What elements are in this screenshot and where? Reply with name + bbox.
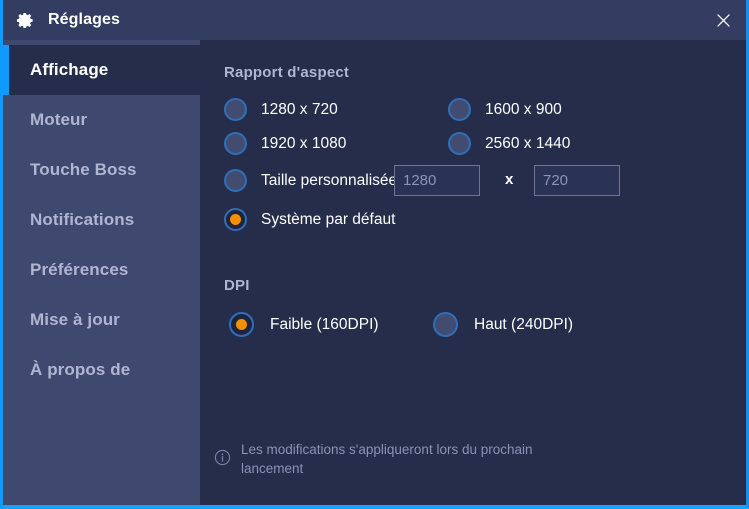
radio-label: Système par défaut: [261, 210, 396, 228]
sidebar-item-label: Notifications: [30, 210, 135, 229]
settings-content-panel: Rapport d'aspect 1280 x 720 1600 x 900 1…: [200, 40, 746, 505]
radio-indicator[interactable]: [224, 98, 247, 121]
close-button[interactable]: [700, 0, 746, 40]
radio-indicator[interactable]: [229, 312, 254, 337]
sidebar-item-mise-a-jour[interactable]: Mise à jour: [3, 295, 200, 345]
sidebar-item-label: Affichage: [30, 60, 109, 79]
sidebar-item-label: Moteur: [30, 110, 88, 129]
title-bar: Réglages: [3, 0, 746, 40]
sidebar: Affichage Moteur Touche Boss Notificatio…: [3, 40, 200, 505]
sidebar-item-label: Mise à jour: [30, 310, 120, 329]
aspect-ratio-section-title: Rapport d'aspect: [224, 64, 350, 81]
radio-option-1600x900[interactable]: 1600 x 900: [448, 98, 562, 121]
radio-label: 2560 x 1440: [485, 134, 571, 152]
window-title: Réglages: [48, 11, 120, 28]
radio-option-system-default[interactable]: Système par défaut: [224, 208, 395, 231]
radio-label: Haut (240DPI): [474, 315, 574, 333]
radio-label: 1280 x 720: [261, 100, 338, 118]
custom-width-input[interactable]: [394, 165, 480, 196]
radio-option-1920x1080[interactable]: 1920 x 1080: [224, 132, 346, 155]
radio-indicator[interactable]: [224, 208, 247, 231]
radio-option-dpi-low[interactable]: Faible (160DPI): [229, 312, 379, 337]
radio-indicator[interactable]: [224, 132, 247, 155]
sidebar-item-label: Préférences: [30, 260, 129, 279]
close-icon: [716, 13, 730, 27]
custom-height-input[interactable]: [534, 165, 620, 196]
sidebar-item-affichage[interactable]: Affichage: [3, 45, 200, 95]
gear-icon: [16, 12, 33, 28]
radio-indicator[interactable]: [448, 98, 471, 121]
radio-indicator[interactable]: [448, 132, 471, 155]
radio-label: 1920 x 1080: [261, 134, 347, 152]
sidebar-item-touche-boss[interactable]: Touche Boss: [3, 145, 200, 195]
radio-indicator[interactable]: [224, 169, 247, 192]
sidebar-item-moteur[interactable]: Moteur: [3, 95, 200, 145]
window-body: Affichage Moteur Touche Boss Notificatio…: [3, 40, 746, 505]
radio-label: 1600 x 900: [485, 100, 562, 118]
sidebar-item-label: À propos de: [30, 360, 131, 379]
sidebar-item-preferences[interactable]: Préférences: [3, 245, 200, 295]
sidebar-item-a-propos-de[interactable]: À propos de: [3, 345, 200, 395]
settings-window: Réglages Affichage Moteur Touche Boss No…: [0, 0, 749, 509]
radio-option-custom-size[interactable]: Taille personnalisée: [224, 169, 397, 192]
footer-note-text: Les modifications s'appliqueront lors du…: [241, 442, 533, 476]
radio-option-1280x720[interactable]: 1280 x 720: [224, 98, 338, 121]
sidebar-item-notifications[interactable]: Notifications: [3, 195, 200, 245]
size-separator: x: [505, 171, 514, 188]
sidebar-item-label: Touche Boss: [30, 160, 137, 179]
dpi-section-title: DPI: [224, 277, 250, 294]
footer-note: Les modifications s'appliqueront lors du…: [214, 440, 564, 478]
radio-label: Taille personnalisée: [261, 171, 398, 189]
radio-option-dpi-high[interactable]: Haut (240DPI): [433, 312, 573, 337]
radio-option-2560x1440[interactable]: 2560 x 1440: [448, 132, 570, 155]
info-icon: [214, 449, 231, 466]
radio-indicator[interactable]: [433, 312, 458, 337]
radio-label: Faible (160DPI): [270, 315, 379, 333]
